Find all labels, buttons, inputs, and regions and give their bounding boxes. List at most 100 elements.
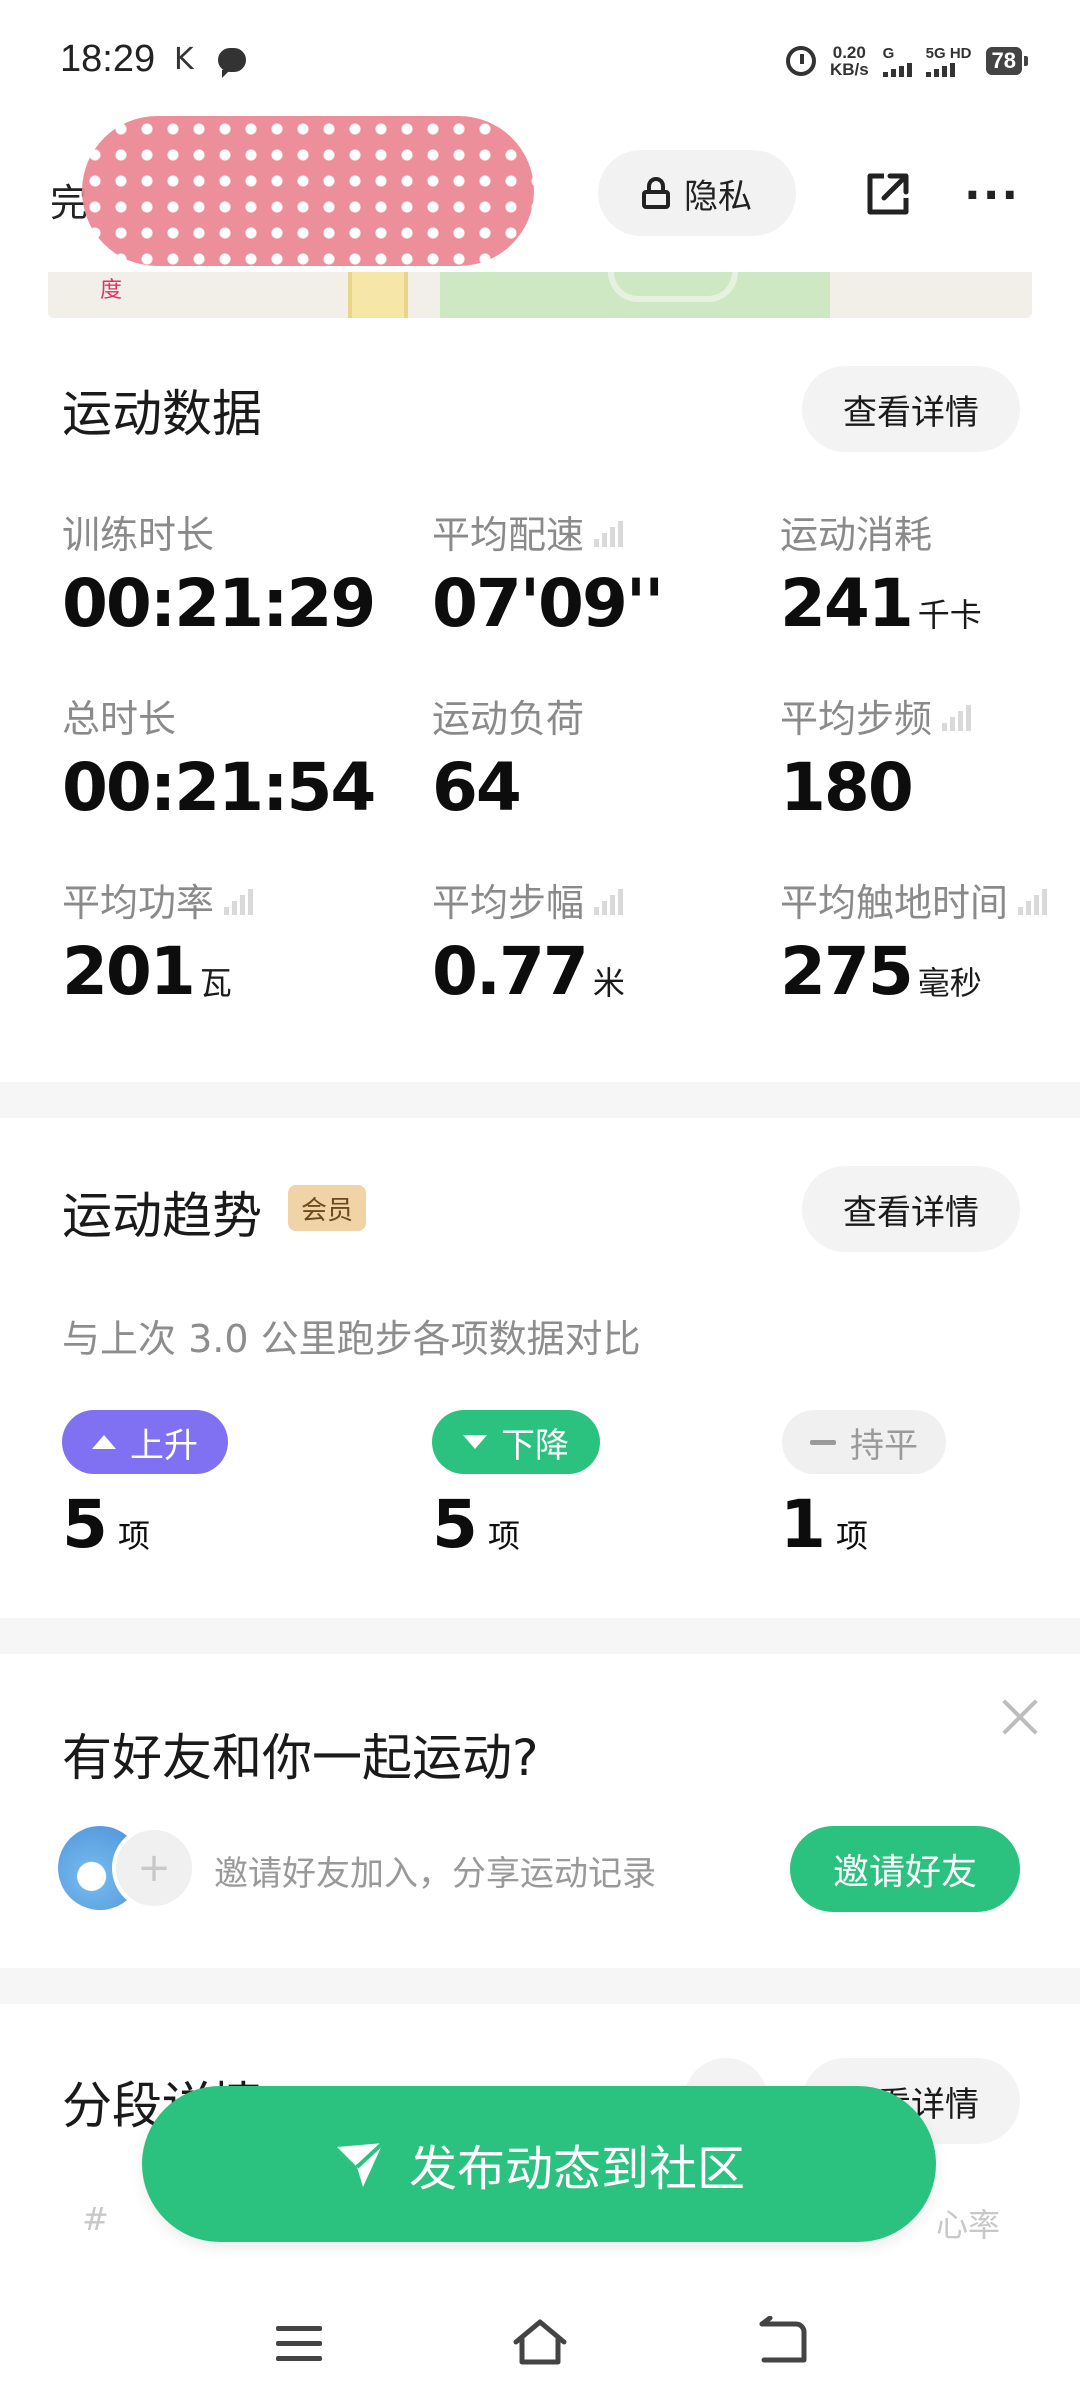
stat-value: 201 xyxy=(62,933,196,1010)
stat-label: 运动负荷 xyxy=(432,697,585,741)
count-unit: 项 xyxy=(835,1517,868,1555)
trend-subtitle: 与上次 3.0 公里跑步各项数据对比 xyxy=(62,1317,641,1361)
trend-down-pill[interactable]: 下降 xyxy=(432,1410,600,1474)
map-road xyxy=(348,272,408,318)
map-label: 度 xyxy=(100,278,123,303)
signal-bars-icon xyxy=(882,61,912,77)
trend-chart-icon xyxy=(942,701,972,731)
trend-up-label: 上升 xyxy=(130,1425,198,1466)
trend-up-count: 5项 xyxy=(62,1486,150,1563)
stat-label: 训练时长 xyxy=(62,513,215,557)
stat-label: 平均步频 xyxy=(780,697,933,741)
arrow-down-icon xyxy=(463,1435,487,1449)
stat-value: 275 xyxy=(780,933,914,1010)
invite-friends-button[interactable]: 邀请好友 xyxy=(790,1826,1020,1912)
dash-icon xyxy=(810,1439,836,1445)
plus-icon: + xyxy=(137,1845,171,1891)
stat-unit: 瓦 xyxy=(199,964,232,1002)
home-icon[interactable] xyxy=(510,2316,570,2368)
stat-ground-contact[interactable]: 平均触地时间 275 毫秒 xyxy=(780,872,1048,1010)
count-value: 1 xyxy=(780,1486,826,1563)
signal-1: G xyxy=(882,44,912,77)
close-icon[interactable] xyxy=(1000,1696,1040,1736)
segment-col-index: # xyxy=(82,2200,109,2238)
alarm-icon xyxy=(785,46,816,76)
trend-down-label: 下降 xyxy=(501,1425,569,1466)
network-speed-unit: KB/s xyxy=(829,60,869,79)
stat-unit: 米 xyxy=(592,964,625,1002)
system-nav-bar xyxy=(0,2280,1080,2408)
stat-avg-cadence[interactable]: 平均步频 180 xyxy=(780,688,972,826)
count-unit: 项 xyxy=(117,1517,150,1555)
redacted-title-overlay xyxy=(82,116,534,266)
stat-label: 运动消耗 xyxy=(780,513,933,557)
count-value: 5 xyxy=(62,1486,108,1563)
more-options-icon[interactable]: ··· xyxy=(964,174,1020,218)
trend-title: 运动趋势 xyxy=(62,1187,262,1245)
trend-flat-pill[interactable]: 持平 xyxy=(782,1410,946,1474)
stat-avg-stride[interactable]: 平均步幅 0.77 米 xyxy=(432,872,625,1010)
route-map[interactable]: 度 xyxy=(48,272,1032,318)
send-icon xyxy=(336,2141,385,2187)
message-icon xyxy=(218,48,246,78)
stat-value: 00:21:29 xyxy=(62,565,376,642)
back-icon[interactable] xyxy=(756,2316,808,2368)
arrow-up-icon xyxy=(92,1435,116,1449)
trend-chart-icon xyxy=(594,517,624,547)
signal-1-label: G xyxy=(882,44,895,62)
trend-detail-button[interactable]: 查看详情 xyxy=(802,1166,1020,1252)
stat-label: 平均配速 xyxy=(432,513,585,557)
stat-total-duration: 总时长 00:21:54 xyxy=(62,688,376,826)
stat-avg-pace[interactable]: 平均配速 07'09'' xyxy=(432,504,664,642)
trend-chart-icon xyxy=(224,885,254,915)
stat-value: 0.77 xyxy=(432,933,589,1010)
signal-2-label: 5G HD xyxy=(925,44,972,62)
trend-chart-icon xyxy=(594,885,624,915)
network-speed: 0.20 KB/s xyxy=(830,44,869,78)
segment-col-heart-rate: 心率 xyxy=(936,2206,1001,2244)
k-app-icon: K xyxy=(174,42,194,77)
map-path xyxy=(608,272,738,302)
status-time: 18:29 xyxy=(60,38,156,80)
signal-bars-icon xyxy=(925,61,955,77)
invite-description: 邀请好友加入，分享运动记录 xyxy=(214,1854,656,1894)
lock-icon xyxy=(642,177,670,209)
publish-to-community-button[interactable]: 发布动态到社区 xyxy=(142,2086,936,2242)
stat-training-load: 运动负荷 64 xyxy=(432,688,584,826)
privacy-label: 隐私 xyxy=(684,176,752,217)
add-friend-avatar[interactable]: + xyxy=(112,1826,196,1910)
sport-data-detail-button[interactable]: 查看详情 xyxy=(802,366,1020,452)
trend-down-count: 5项 xyxy=(432,1486,520,1563)
status-right: 0.20 KB/s G 5G HD 78 xyxy=(785,44,1029,78)
stat-value: 00:21:54 xyxy=(62,749,376,826)
section-divider xyxy=(0,1968,1080,2004)
status-bar: 18:29 K 0.20 KB/s G 5G HD 78 xyxy=(0,0,1080,120)
trend-flat-count: 1项 xyxy=(780,1486,868,1563)
stat-unit: 毫秒 xyxy=(917,964,982,1002)
privacy-button[interactable]: 隐私 xyxy=(598,150,796,236)
stat-unit: 千卡 xyxy=(917,596,982,634)
battery-indicator: 78 xyxy=(985,47,1029,75)
stat-label: 平均功率 xyxy=(62,881,215,925)
stat-avg-power[interactable]: 平均功率 201 瓦 xyxy=(62,872,254,1010)
stat-label: 平均触地时间 xyxy=(780,881,1009,925)
trend-flat-label: 持平 xyxy=(850,1425,918,1466)
stat-value: 241 xyxy=(780,565,914,642)
section-divider xyxy=(0,1618,1080,1654)
menu-icon[interactable] xyxy=(276,2326,322,2362)
stat-training-duration: 训练时长 00:21:29 xyxy=(62,504,376,642)
sport-data-title: 运动数据 xyxy=(62,385,262,443)
stat-value: 64 xyxy=(432,749,522,826)
stat-value: 180 xyxy=(780,749,914,826)
stat-label: 平均步幅 xyxy=(432,881,585,925)
trend-chart-icon xyxy=(1018,885,1048,915)
trend-up-pill[interactable]: 上升 xyxy=(62,1410,228,1474)
count-value: 5 xyxy=(432,1486,478,1563)
publish-label: 发布动态到社区 xyxy=(408,2141,745,2197)
stat-label: 总时长 xyxy=(62,697,177,741)
share-icon[interactable] xyxy=(864,170,912,218)
member-badge: 会员 xyxy=(288,1185,366,1231)
section-divider xyxy=(0,1082,1080,1118)
stat-calories: 运动消耗 241 千卡 xyxy=(780,504,982,642)
stat-value: 07'09'' xyxy=(432,565,664,642)
